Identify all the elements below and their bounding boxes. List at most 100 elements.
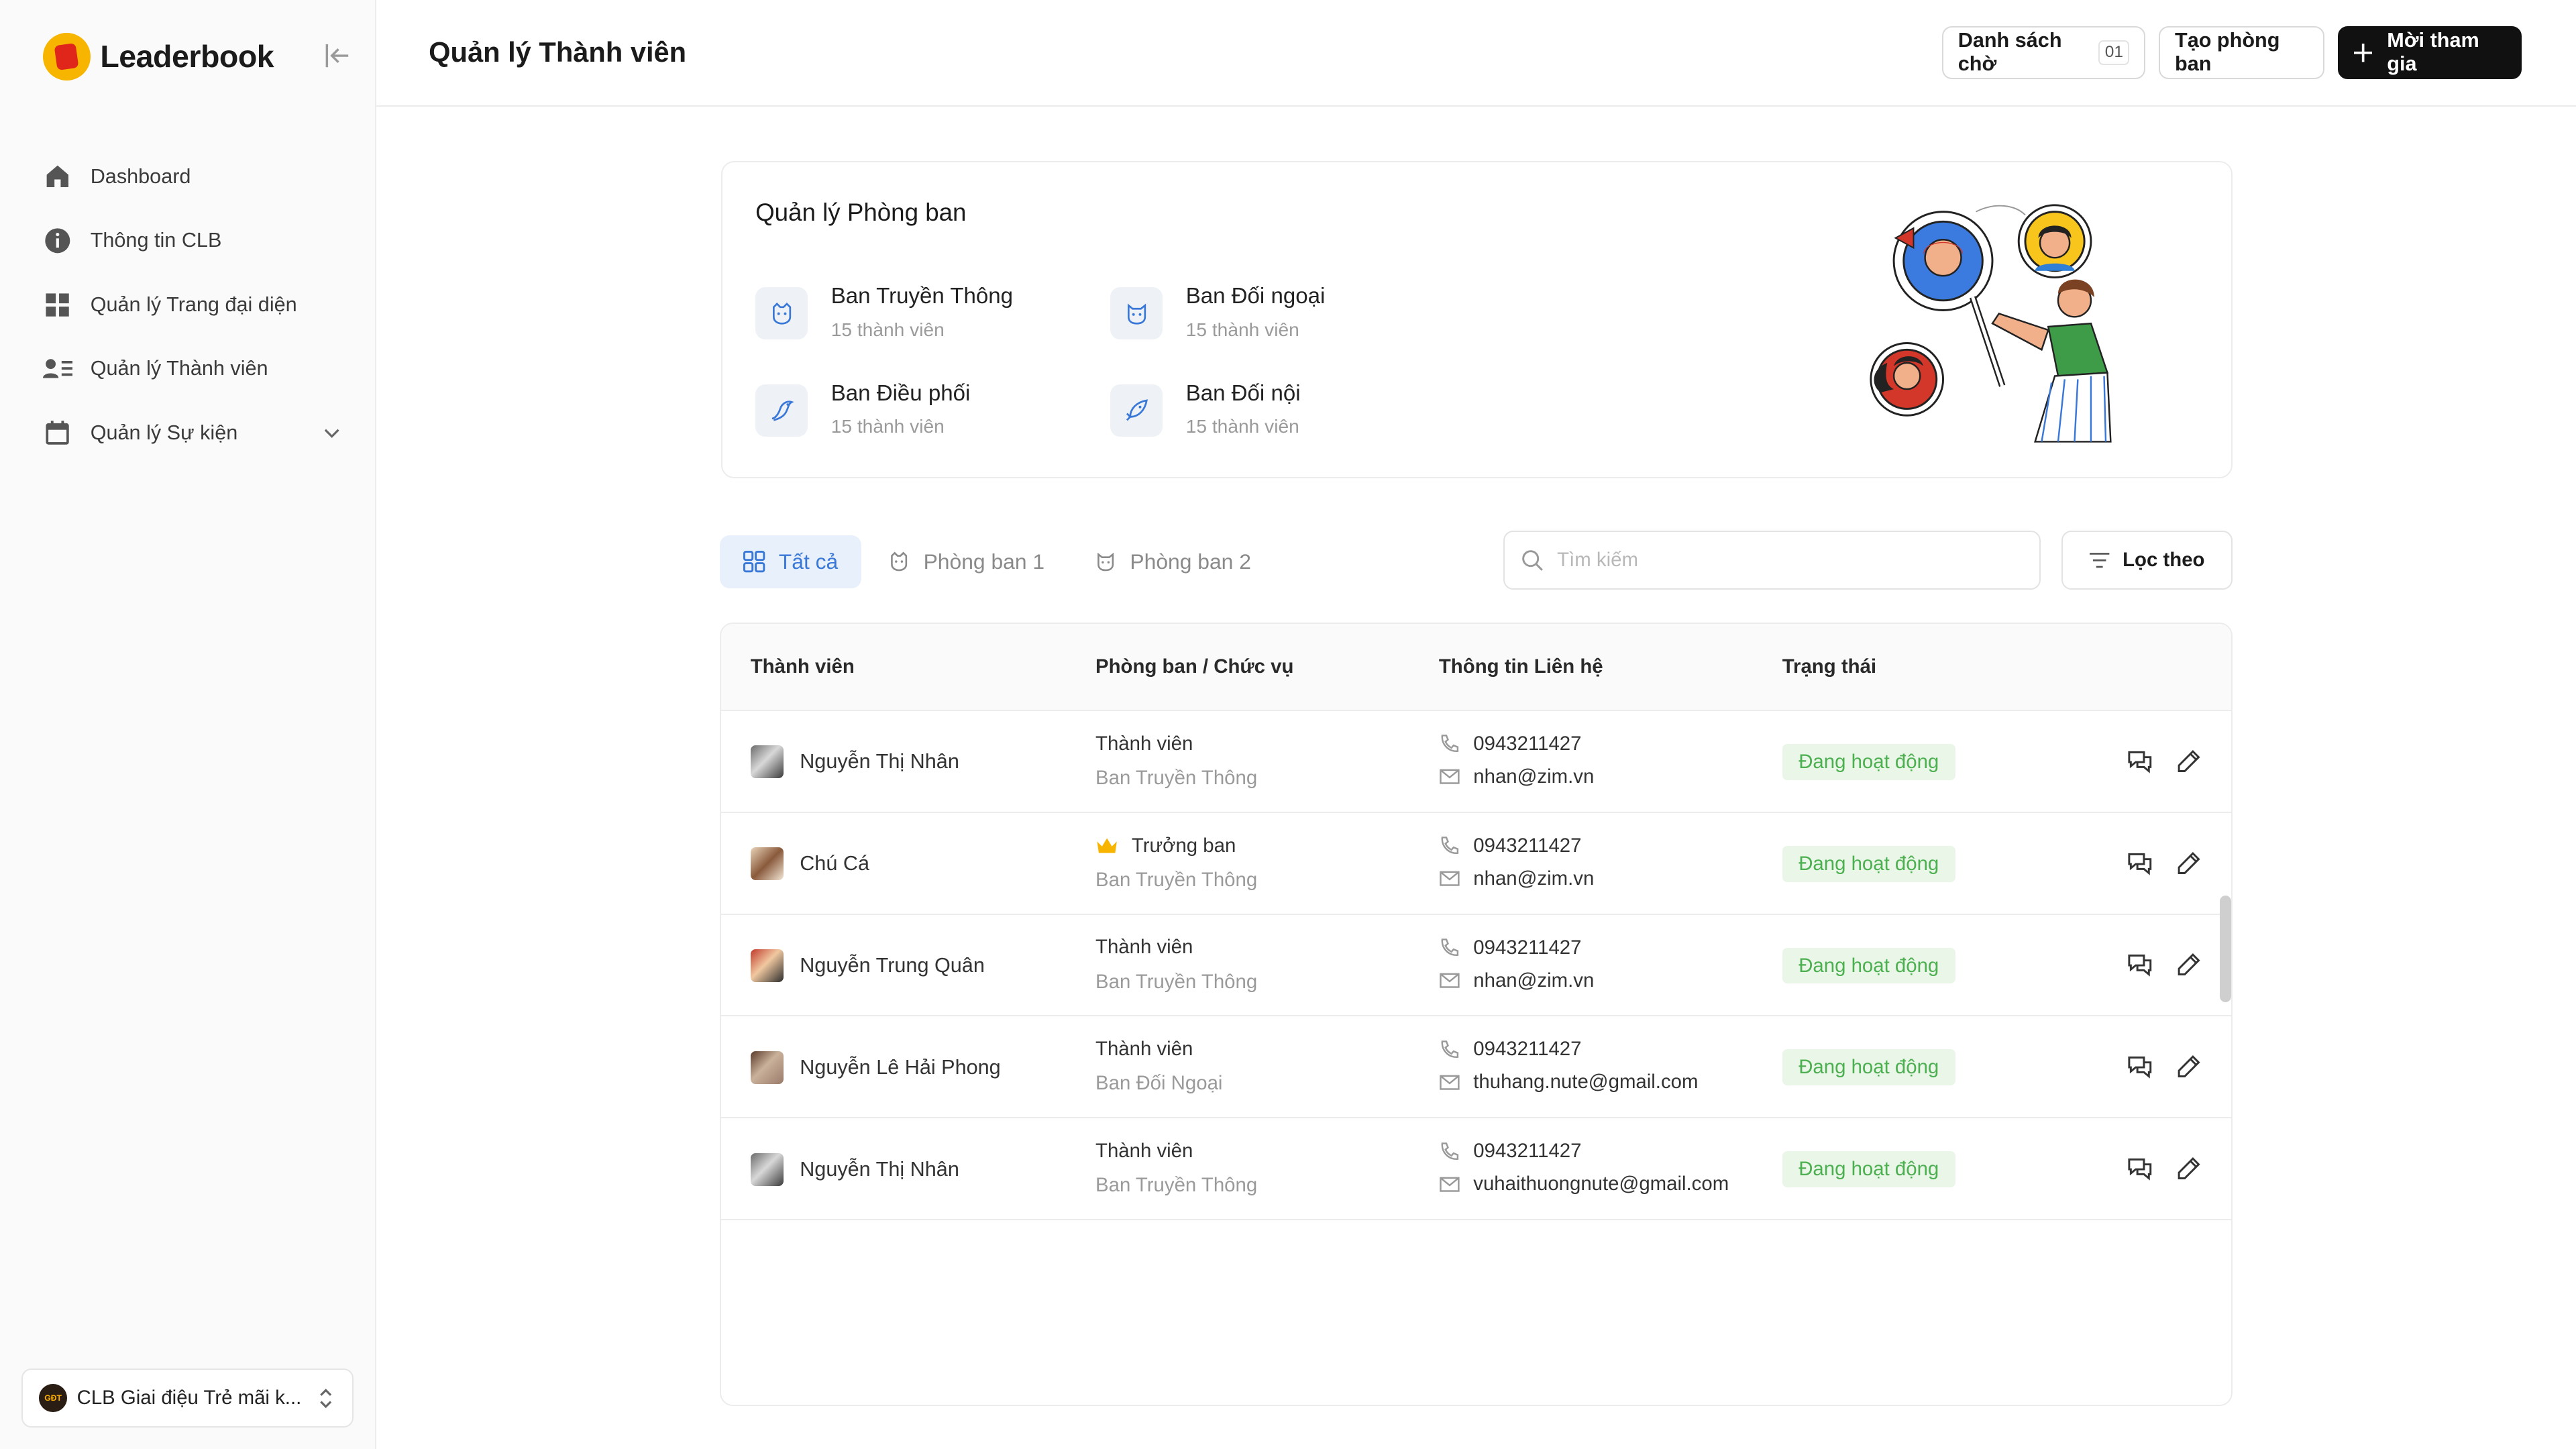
sidebar-item-club-info[interactable]: Thông tin CLB xyxy=(43,209,355,273)
member-department: Ban Đối Ngoại xyxy=(1095,1072,1223,1095)
cat-icon xyxy=(1110,287,1163,340)
chat-icon[interactable] xyxy=(2126,1155,2154,1183)
filter-label: Lọc theo xyxy=(2123,549,2205,572)
column-header-contact: Thông tin Liên hệ xyxy=(1438,655,1603,678)
collapse-sidebar-icon[interactable] xyxy=(322,41,352,70)
member-email: vuhaithuongnute@gmail.com xyxy=(1473,1173,1729,1195)
mail-icon xyxy=(1440,1075,1460,1090)
phone-icon xyxy=(1441,1142,1458,1160)
waitlist-count-badge: 01 xyxy=(2098,40,2130,65)
department-item[interactable]: Ban Điều phối 15 thành viên xyxy=(755,381,970,438)
member-email: thuhang.nute@gmail.com xyxy=(1473,1071,1699,1093)
member-phone: 0943211427 xyxy=(1473,1038,1582,1061)
edit-icon[interactable] xyxy=(2175,1155,2203,1183)
tab-all[interactable]: Tất cả xyxy=(719,535,861,588)
member-phone: 0943211427 xyxy=(1473,732,1582,755)
avatar xyxy=(750,1152,784,1186)
page-header: Quản lý Thành viên Danh sách chờ 01 Tạo … xyxy=(376,0,2576,107)
club-name: CLB Giai điệu Trẻ mãi k... xyxy=(76,1387,302,1409)
tab-department-2[interactable]: Phòng ban 2 xyxy=(1071,535,1274,588)
phone-icon xyxy=(1441,735,1458,753)
table-row[interactable]: Nguyễn Trung Quân Thành viên Ban Truyền … xyxy=(720,915,2232,1017)
avatar xyxy=(750,949,784,982)
member-email: nhan@zim.vn xyxy=(1473,765,1595,788)
grid-icon xyxy=(743,551,765,573)
phone-icon xyxy=(1441,938,1458,956)
edit-icon[interactable] xyxy=(2175,849,2203,877)
department-item[interactable]: Ban Đối ngoại 15 thành viên xyxy=(1110,284,1325,341)
mail-icon xyxy=(1440,1177,1460,1192)
department-name: Ban Điều phối xyxy=(830,380,971,406)
members-table: Thành viên Phòng ban / Chức vụ Thông tin… xyxy=(719,623,2233,1407)
waitlist-button[interactable]: Danh sách chờ 01 xyxy=(1941,26,2146,79)
phone-icon xyxy=(1441,1040,1458,1058)
sidebar-item-label: Quản lý Trang đại diện xyxy=(90,292,297,316)
table-row[interactable]: Nguyễn Thị Nhân Thành viên Ban Truyền Th… xyxy=(720,1118,2232,1221)
crown-icon xyxy=(1097,838,1117,853)
table-header: Thành viên Phòng ban / Chức vụ Thông tin… xyxy=(720,624,2232,711)
member-name: Nguyễn Trung Quân xyxy=(800,954,985,977)
member-name: Nguyễn Thị Nhân xyxy=(800,1157,959,1181)
department-tabs: Tất cả Phòng ban 1 Phòng ban 2 xyxy=(719,535,1277,588)
invite-label: Mời tham gia xyxy=(2387,29,2479,76)
team-illustration xyxy=(1870,204,2112,443)
club-switcher[interactable]: GĐT CLB Giai điệu Trẻ mãi k... xyxy=(21,1368,354,1428)
avatar xyxy=(750,1051,784,1084)
edit-icon[interactable] xyxy=(2175,951,2203,979)
sidebar-item-events[interactable]: Quản lý Sự kiện xyxy=(43,401,355,466)
sidebar-item-members[interactable]: Quản lý Thành viên xyxy=(42,337,355,401)
member-phone: 0943211427 xyxy=(1473,834,1582,857)
department-name: Ban Truyền Thông xyxy=(830,284,1014,309)
create-department-label: Tạo phòng ban xyxy=(2175,29,2280,76)
chat-icon[interactable] xyxy=(2126,747,2154,775)
table-row[interactable]: Chú Cá Trưởng ban Ban Truyền Thông 09432… xyxy=(720,813,2232,915)
chat-icon[interactable] xyxy=(2126,1053,2154,1081)
dog-icon xyxy=(890,551,907,572)
status-badge: Đang hoạt động xyxy=(1782,947,1955,984)
member-department: Ban Truyền Thông xyxy=(1095,970,1258,993)
department-item[interactable]: Ban Truyền Thông 15 thành viên xyxy=(755,284,1013,341)
avatar xyxy=(750,847,784,881)
edit-icon[interactable] xyxy=(2175,1053,2203,1081)
status-badge: Đang hoạt động xyxy=(1782,743,1955,780)
scrollbar-thumb[interactable] xyxy=(2219,895,2231,1002)
sidebar-item-profile-page[interactable]: Quản lý Trang đại diện xyxy=(43,273,355,337)
member-email: nhan@zim.vn xyxy=(1473,867,1595,890)
phone-icon xyxy=(1441,837,1458,854)
mail-icon xyxy=(1440,973,1460,988)
column-header-status: Trạng thái xyxy=(1782,655,1877,678)
search-input[interactable] xyxy=(1557,549,2023,572)
member-role: Thành viên xyxy=(1095,936,1193,959)
tab-department-1[interactable]: Phòng ban 1 xyxy=(864,535,1067,588)
chat-icon[interactable] xyxy=(2126,849,2154,877)
sidebar-item-label: Dashboard xyxy=(90,164,191,188)
brand-name: Leaderbook xyxy=(100,39,274,74)
sidebar-item-label: Quản lý Thành viên xyxy=(90,357,268,380)
member-department: Ban Truyền Thông xyxy=(1095,1174,1258,1197)
table-row[interactable]: Nguyễn Thị Nhân Thành viên Ban Truyền Th… xyxy=(720,711,2232,813)
waitlist-label: Danh sách chờ xyxy=(1957,29,2062,76)
department-count: 15 thành viên xyxy=(830,319,945,340)
calendar-icon xyxy=(43,418,72,447)
departments-title: Quản lý Phòng ban xyxy=(755,198,967,226)
create-department-button[interactable]: Tạo phòng ban xyxy=(2158,26,2325,79)
dog-icon xyxy=(755,287,808,340)
department-name: Ban Đối nội xyxy=(1185,380,1301,406)
edit-icon[interactable] xyxy=(2175,747,2203,775)
invite-button[interactable]: Mời tham gia xyxy=(2337,26,2522,79)
chat-icon[interactable] xyxy=(2126,951,2154,979)
page-title: Quản lý Thành viên xyxy=(429,36,687,68)
search-box xyxy=(1503,531,2041,590)
grid-icon xyxy=(43,290,72,319)
filter-button[interactable]: Lọc theo xyxy=(2061,531,2233,590)
member-department: Ban Truyền Thông xyxy=(1095,868,1258,891)
chevron-up-down-icon xyxy=(319,1388,331,1408)
member-phone: 0943211427 xyxy=(1473,1140,1582,1163)
bird-icon xyxy=(755,384,808,437)
sidebar-item-dashboard[interactable]: Dashboard xyxy=(43,145,355,209)
sidebar-item-label: Quản lý Sự kiện xyxy=(90,421,238,444)
brand[interactable]: Leaderbook xyxy=(42,32,274,80)
chevron-down-icon[interactable] xyxy=(322,423,341,443)
department-item[interactable]: Ban Đối nội 15 thành viên xyxy=(1110,381,1301,438)
table-row[interactable]: Nguyễn Lê Hải Phong Thành viên Ban Đối N… xyxy=(720,1016,2232,1119)
